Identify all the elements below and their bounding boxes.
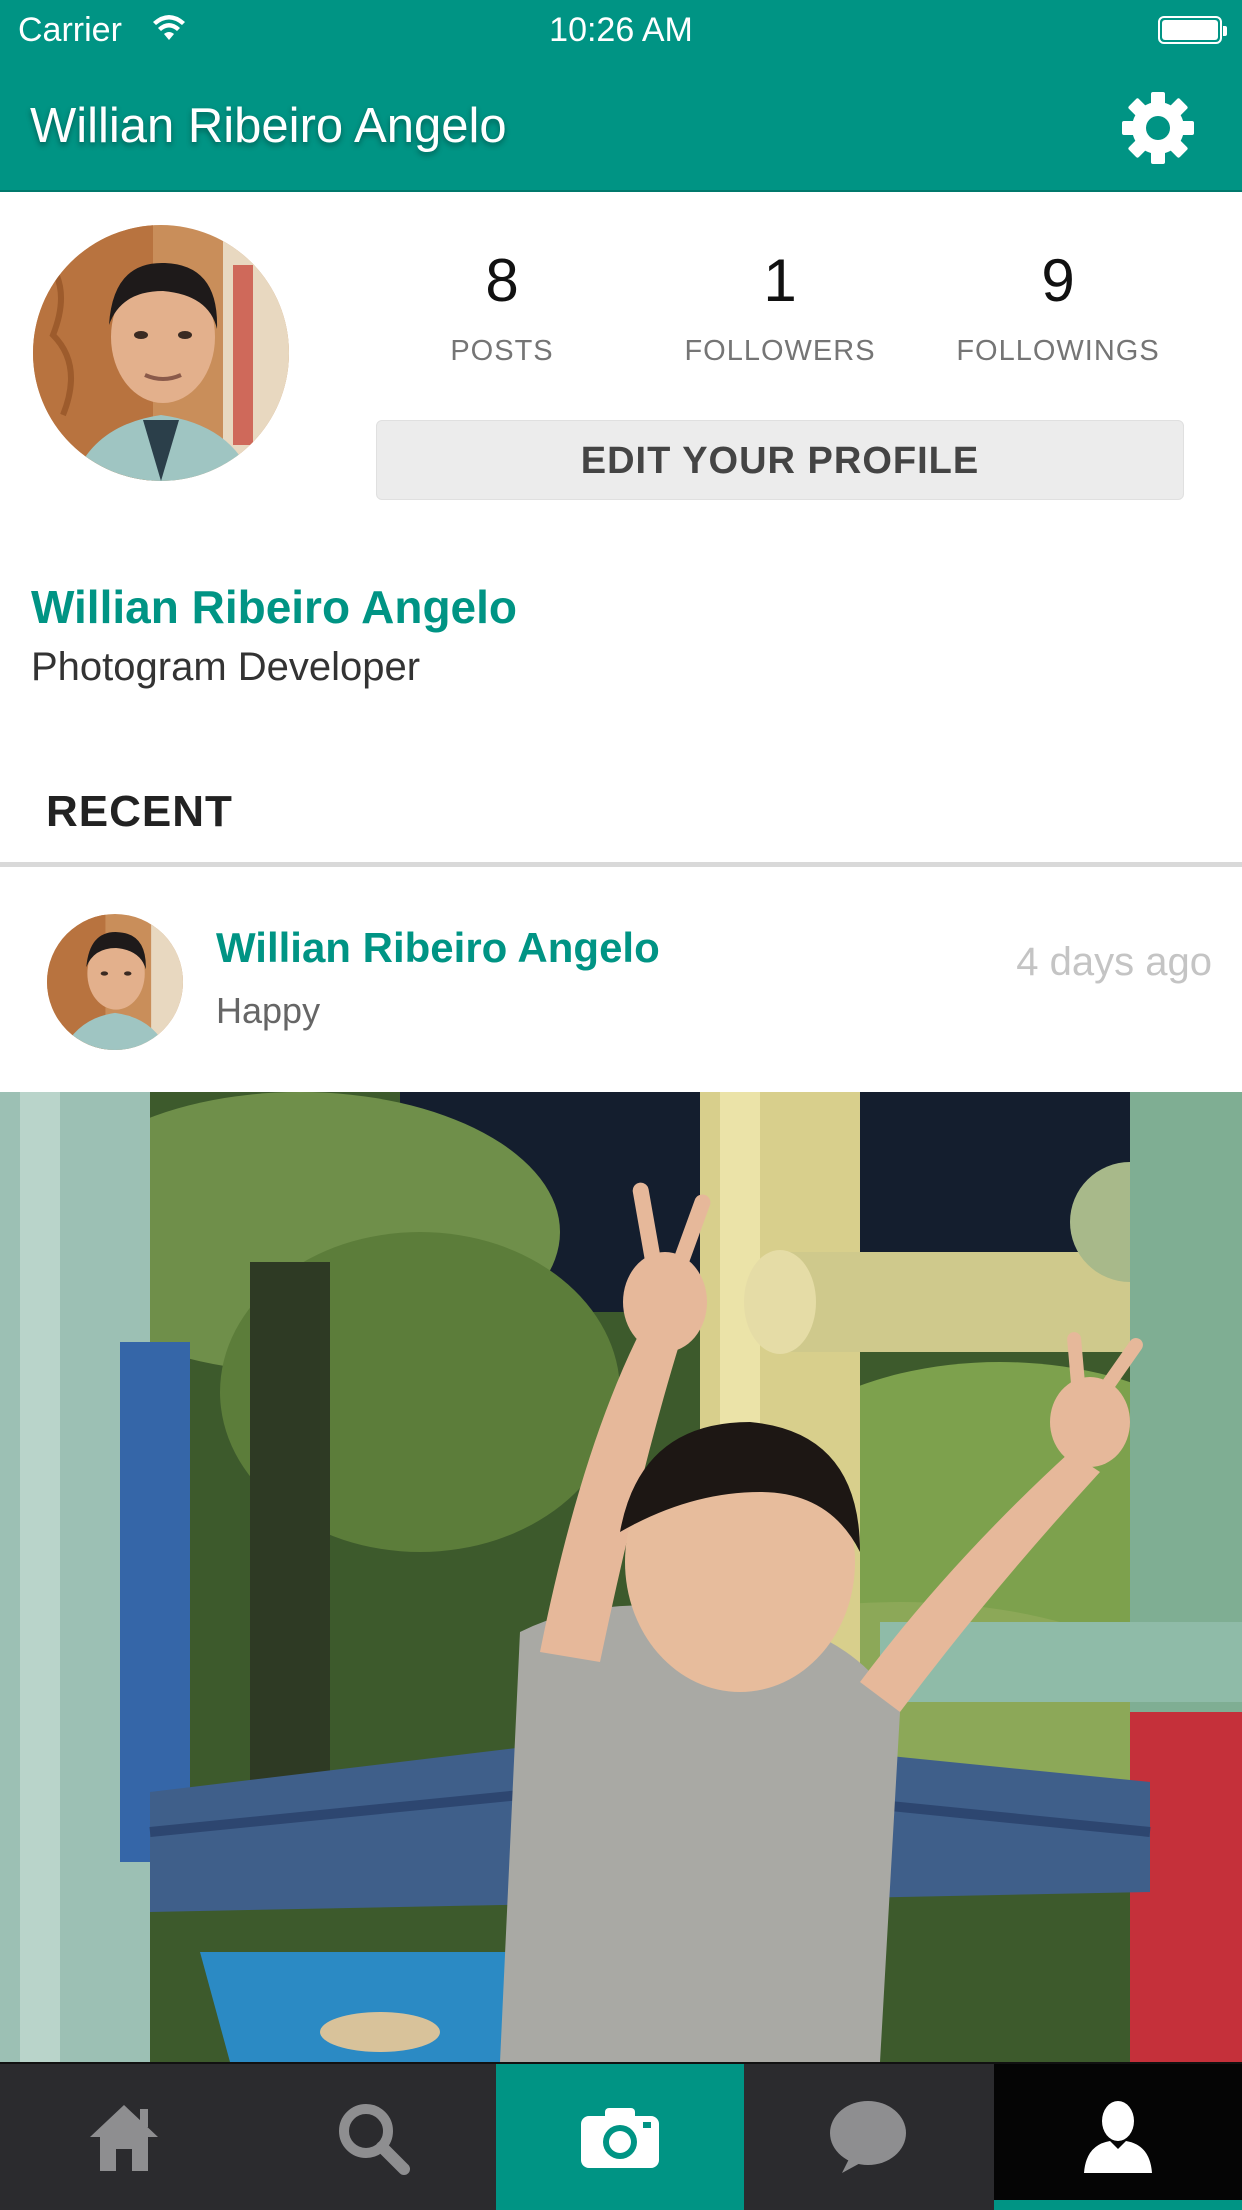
- navigation-bar: Carrier 10:26 AM Willian Ribeiro Angelo: [0, 0, 1242, 192]
- followers-count: 1: [763, 247, 797, 314]
- section-title: RECENT: [46, 787, 233, 836]
- gear-icon[interactable]: [1120, 90, 1196, 166]
- tab-home[interactable]: [0, 2064, 248, 2210]
- stat-followings[interactable]: 9 FOLLOWINGS: [918, 245, 1198, 368]
- status-bar: Carrier 10:26 AM: [0, 0, 1242, 62]
- user-icon: [1084, 2101, 1152, 2173]
- stat-followers[interactable]: 1 FOLLOWERS: [640, 245, 920, 368]
- posts-count: 8: [485, 247, 519, 314]
- clock: 10:26 AM: [549, 11, 693, 49]
- section-divider: [0, 862, 1242, 867]
- tab-camera[interactable]: [496, 2064, 744, 2210]
- profile-bio: Photogram Developer: [31, 645, 421, 689]
- camera-icon: [581, 2108, 659, 2168]
- chat-bubble-icon: [830, 2101, 906, 2173]
- followings-label: FOLLOWINGS: [956, 335, 1160, 367]
- posts-label: POSTS: [450, 335, 554, 367]
- profile-name: Willian Ribeiro Angelo: [31, 581, 518, 633]
- followers-label: FOLLOWERS: [684, 335, 876, 367]
- edit-profile-button[interactable]: EDIT YOUR PROFILE: [376, 420, 1184, 500]
- battery-icon: [1158, 16, 1227, 44]
- followings-count: 9: [1041, 247, 1075, 314]
- post-timestamp: 4 days ago: [1016, 940, 1212, 984]
- tab-search[interactable]: [248, 2064, 496, 2210]
- home-icon: [90, 2105, 158, 2171]
- search-icon: [339, 2104, 410, 2175]
- post-caption: Happy: [216, 990, 321, 1031]
- post-author-photo: [47, 914, 183, 1050]
- tab-messages[interactable]: [744, 2064, 992, 2210]
- nav-title: Willian Ribeiro Angelo: [30, 99, 507, 153]
- post-author-name[interactable]: Willian Ribeiro Angelo: [216, 924, 660, 972]
- post-author-avatar[interactable]: [47, 914, 183, 1050]
- tab-bar: [0, 2062, 1242, 2210]
- tab-profile[interactable]: [994, 2064, 1242, 2210]
- stat-posts[interactable]: 8 POSTS: [362, 245, 642, 368]
- profile-photo: [33, 225, 289, 481]
- post-photo[interactable]: [0, 1092, 1242, 2062]
- profile-avatar[interactable]: [33, 225, 289, 481]
